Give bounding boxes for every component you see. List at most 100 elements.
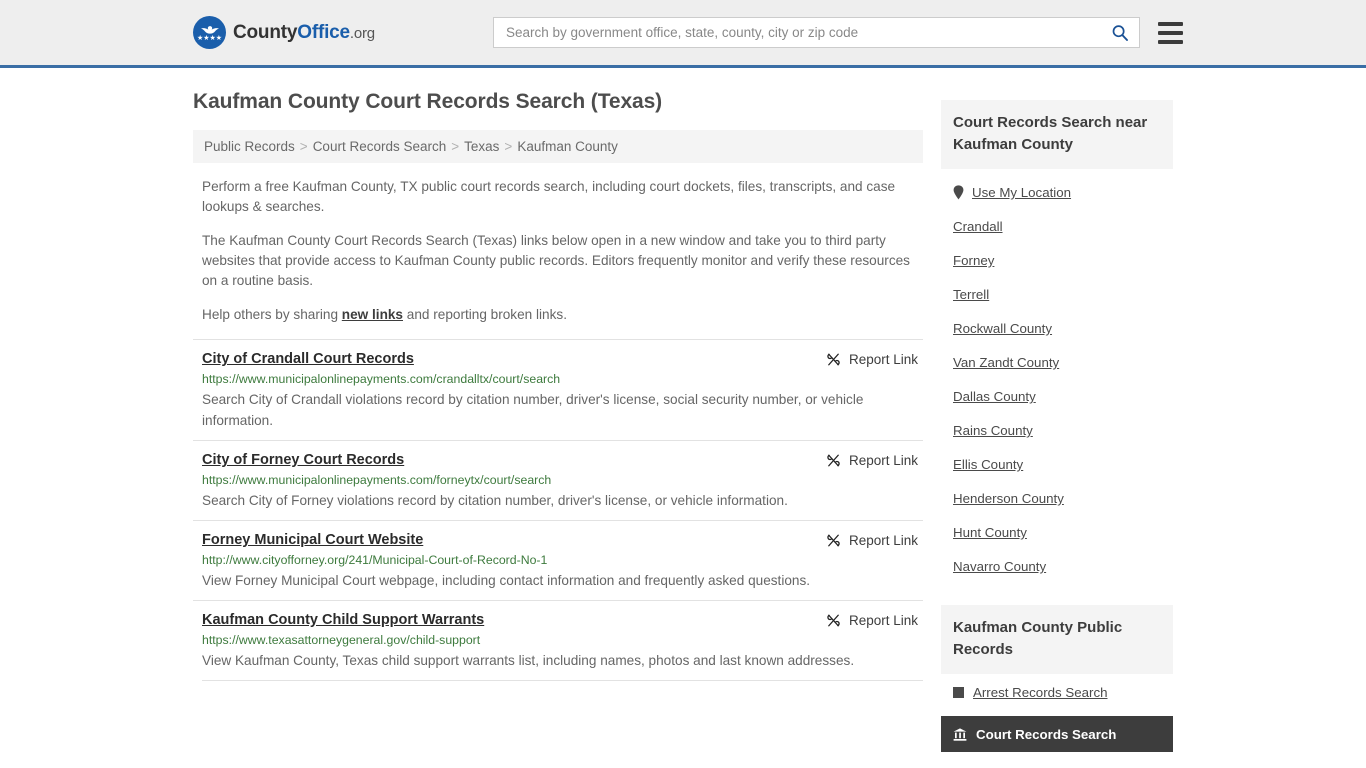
report-link-button[interactable]: Report Link	[826, 613, 923, 628]
breadcrumb-item-kaufman-county[interactable]: Kaufman County	[517, 139, 618, 154]
hamburger-bar	[1158, 39, 1183, 44]
new-links-link[interactable]: new links	[342, 307, 403, 322]
public-records-link[interactable]: Court Records Search	[976, 727, 1116, 742]
broken-link-icon	[827, 454, 840, 467]
site-header: ★★★★ CountyOffice.org	[0, 0, 1366, 68]
report-link-label: Report Link	[848, 352, 918, 367]
result-title-link[interactable]: Kaufman County Child Support Warrants	[202, 612, 484, 628]
result-item: City of Forney Court Records Report Link…	[193, 440, 923, 520]
sidebar-item-rockwall-county[interactable]: Rockwall County	[953, 311, 1173, 345]
sidebar-item-crandall[interactable]: Crandall	[953, 209, 1173, 243]
result-header: Forney Municipal Court Website Report Li…	[202, 532, 923, 548]
broken-link-icon	[827, 353, 840, 366]
breadcrumb: Public Records > Court Records Search > Texa…	[193, 130, 923, 163]
intro-paragraph-2: The Kaufman County Court Records Search …	[202, 233, 910, 288]
intro-p3-after: and reporting broken links.	[403, 307, 567, 322]
intro-text: Perform a free Kaufman County, TX public…	[193, 177, 923, 325]
sidebar-item-arrest-records-search[interactable]: Arrest Records Search	[941, 674, 1173, 710]
sidebar-item-forney[interactable]: Forney	[953, 243, 1173, 277]
public-records-link[interactable]: Arrest Records Search	[973, 685, 1108, 700]
result-description: Search City of Forney violations record …	[202, 493, 788, 508]
public-records-panel: Kaufman County Public Records Arrest Rec…	[941, 605, 1173, 752]
breadcrumb-separator: >	[299, 139, 308, 154]
site-logo[interactable]: ★★★★ CountyOffice.org	[193, 16, 375, 49]
logo-text-county: County	[233, 21, 298, 43]
result-url: https://www.municipalonlinepayments.com/…	[202, 372, 561, 386]
hamburger-menu-icon[interactable]	[1158, 21, 1183, 44]
nearby-links-list: Use My Location Crandall Forney Terrell …	[941, 169, 1173, 583]
header-search-zone	[493, 17, 1183, 48]
report-link-button[interactable]: Report Link	[826, 533, 923, 548]
nearby-link[interactable]: Ellis County	[953, 457, 1023, 472]
page-title: Kaufman County Court Records Search (Tex…	[193, 90, 663, 113]
search-input[interactable]	[504, 24, 1109, 41]
sidebar-item-van-zandt-county[interactable]: Van Zandt County	[953, 345, 1173, 379]
breadcrumb-item-texas[interactable]: Texas	[464, 139, 499, 154]
sidebar-item-navarro-county[interactable]: Navarro County	[953, 549, 1173, 583]
map-pin-icon	[953, 185, 964, 200]
result-item: City of Crandall Court Records Report Li…	[193, 339, 923, 440]
hamburger-bar	[1158, 21, 1183, 26]
sidebar: Court Records Search near Kaufman County…	[941, 68, 1173, 752]
report-link-label: Report Link	[848, 613, 918, 628]
sidebar-item-terrell[interactable]: Terrell	[953, 277, 1173, 311]
nearby-link[interactable]: Rains County	[953, 423, 1033, 438]
search-box[interactable]	[493, 17, 1140, 48]
sidebar-item-hunt-county[interactable]: Hunt County	[953, 515, 1173, 549]
report-link-label: Report Link	[848, 533, 918, 548]
use-my-location-row[interactable]: Use My Location	[953, 175, 1173, 209]
main-content: Kaufman County Court Records Search (Tex…	[193, 68, 923, 681]
sidebar-item-henderson-county[interactable]: Henderson County	[953, 481, 1173, 515]
logo-text-office: Office	[297, 21, 350, 43]
nearby-link[interactable]: Forney	[953, 253, 994, 268]
logo-text-tld: .org	[349, 24, 375, 42]
intro-p3-before: Help others by sharing	[202, 307, 342, 322]
results-bottom-divider	[202, 680, 923, 681]
nearby-link[interactable]: Van Zandt County	[953, 355, 1059, 370]
breadcrumb-item-public-records[interactable]: Public Records	[204, 139, 295, 154]
nearby-link[interactable]: Terrell	[953, 287, 989, 302]
nearby-panel-heading: Court Records Search near Kaufman County	[941, 100, 1173, 169]
sidebar-item-rains-county[interactable]: Rains County	[953, 413, 1173, 447]
nearby-link[interactable]: Navarro County	[953, 559, 1046, 574]
result-item: Kaufman County Child Support Warrants Re…	[193, 600, 923, 680]
public-records-heading: Kaufman County Public Records	[941, 605, 1173, 674]
result-header: City of Forney Court Records Report Link	[202, 452, 923, 468]
result-url: http://www.cityofforney.org/241/Municipa…	[202, 553, 548, 567]
result-title-link[interactable]: Forney Municipal Court Website	[202, 532, 423, 548]
square-icon	[953, 687, 964, 698]
page-body: Kaufman County Court Records Search (Tex…	[0, 68, 1366, 752]
sidebar-item-ellis-county[interactable]: Ellis County	[953, 447, 1173, 481]
breadcrumb-separator: >	[504, 139, 513, 154]
logo-stars: ★★★★	[196, 34, 223, 42]
report-link-label: Report Link	[848, 453, 918, 468]
result-description: Search City of Crandall violations recor…	[202, 392, 864, 428]
result-header: City of Crandall Court Records Report Li…	[202, 351, 923, 367]
sidebar-item-court-records-search[interactable]: Court Records Search	[941, 716, 1173, 752]
result-description: View Kaufman County, Texas child support…	[202, 653, 855, 668]
hamburger-bar	[1158, 30, 1183, 35]
report-link-button[interactable]: Report Link	[826, 453, 923, 468]
breadcrumb-separator: >	[451, 139, 460, 154]
logo-wordmark: CountyOffice.org	[233, 22, 375, 44]
result-title-link[interactable]: City of Forney Court Records	[202, 452, 404, 468]
nearby-link[interactable]: Henderson County	[953, 491, 1064, 506]
nearby-link[interactable]: Dallas County	[953, 389, 1036, 404]
broken-link-icon	[827, 534, 840, 547]
result-url: https://www.municipalonlinepayments.com/…	[202, 473, 552, 487]
result-header: Kaufman County Child Support Warrants Re…	[202, 612, 923, 628]
intro-paragraph-1: Perform a free Kaufman County, TX public…	[202, 179, 896, 214]
sidebar-item-dallas-county[interactable]: Dallas County	[953, 379, 1173, 413]
nearby-link[interactable]: Crandall	[953, 219, 1003, 234]
eagle-seal-icon: ★★★★	[193, 16, 226, 49]
search-icon[interactable]	[1109, 22, 1131, 44]
nearby-link[interactable]: Hunt County	[953, 525, 1027, 540]
result-description: View Forney Municipal Court webpage, inc…	[202, 573, 811, 588]
result-title-link[interactable]: City of Crandall Court Records	[202, 351, 414, 367]
result-url: https://www.texasattorneygeneral.gov/chi…	[202, 633, 481, 647]
nearby-link[interactable]: Rockwall County	[953, 321, 1052, 336]
breadcrumb-item-court-records-search[interactable]: Court Records Search	[313, 139, 447, 154]
intro-paragraph-3: Help others by sharing new links and rep…	[193, 305, 923, 325]
use-my-location-link[interactable]: Use My Location	[972, 185, 1071, 200]
report-link-button[interactable]: Report Link	[826, 352, 923, 367]
